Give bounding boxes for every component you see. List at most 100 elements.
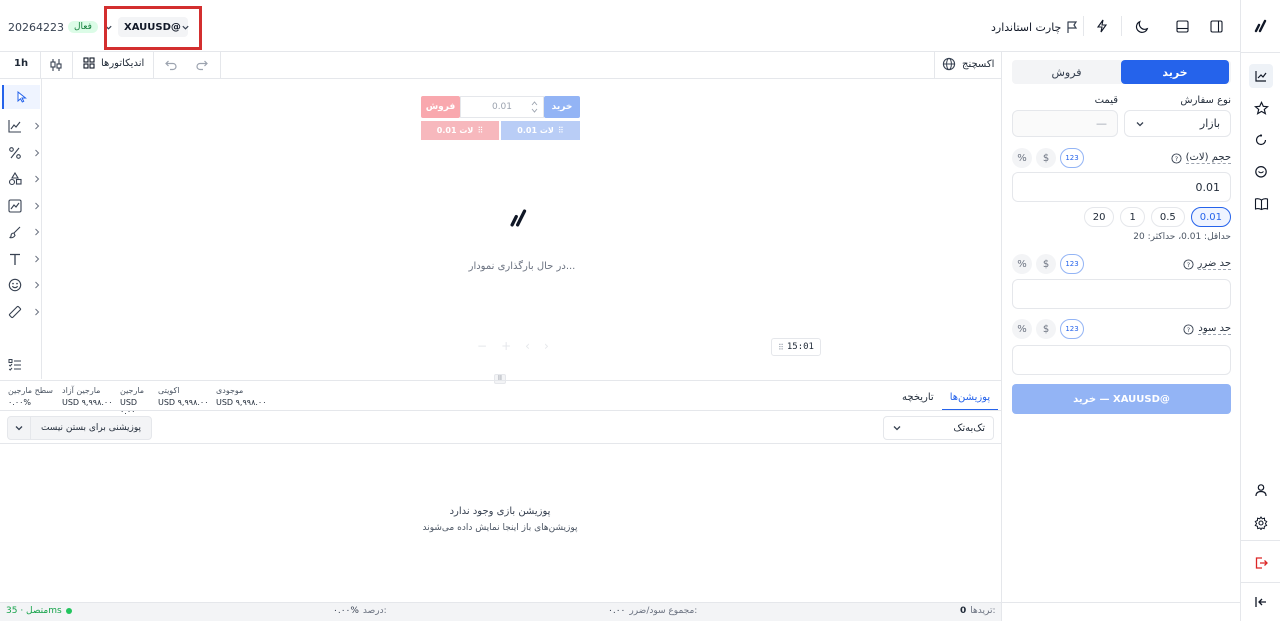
trend-line-tool[interactable] [6,116,40,136]
positions-tab[interactable]: پوزیشن‌ها [941,382,999,411]
order-panel: فروش خرید نوع سفارش قیمت بازار — % $ 123… [1001,52,1240,602]
chart-nav-icon[interactable] [1249,64,1273,88]
quick-lot-1[interactable]: 1 [1120,207,1145,227]
quick-lot-0-5[interactable]: 0.5 [1150,207,1185,227]
zoom-in-icon[interactable]: + [501,339,511,353]
compare-symbols-icon[interactable] [49,58,63,72]
chevron-down-icon [181,23,190,32]
chevron-right-icon [34,175,40,183]
chart-toolbar: 1h اندیکاتورها اکسچنج [0,52,1001,79]
sl-dollar-chip[interactable]: $ [1036,254,1056,274]
flag-icon [1065,20,1079,34]
separator [1121,16,1122,36]
trend-line-icon [8,119,22,133]
measure-tool[interactable] [6,302,40,322]
logout-icon[interactable] [1249,551,1273,575]
zoom-out-icon[interactable]: − [477,339,487,353]
exchange-button[interactable]: اکسچنج [942,57,994,71]
moon-icon[interactable] [1135,19,1150,34]
take-profit-label: حد سود [1198,323,1231,335]
tp-percent-chip[interactable]: % [1012,319,1032,339]
help-icon[interactable]: ? [1171,152,1182,164]
shapes-icon [8,172,22,186]
drawing-toolbar [0,79,42,379]
svg-text:?: ? [1187,325,1190,333]
timeframe-button[interactable]: 1h [14,58,28,69]
buy-tab[interactable]: خرید [1121,60,1229,84]
take-profit-input[interactable] [1012,345,1231,375]
quick-lot-20[interactable]: 20 [1083,207,1115,227]
stat-label: مارجین آزاد [62,386,101,395]
collapse-arrow-icon[interactable] [1249,590,1273,614]
sl-points-chip[interactable]: 123 [1060,254,1084,274]
stop-loss-input[interactable] [1012,279,1231,309]
side-panel-toggle-icon[interactable] [1210,20,1223,33]
undo-icon[interactable] [164,58,178,72]
lightning-icon[interactable] [1095,19,1109,33]
svg-text:?: ? [1174,154,1177,162]
sl-percent-chip[interactable]: % [1012,254,1032,274]
stat-value: USD ۹,۹۹۸.۰۰ [158,398,209,407]
stepper-arrows-icon[interactable] [531,100,538,114]
help-icon[interactable]: ? [1183,323,1194,335]
cursor-tool[interactable] [2,85,40,109]
brush-tool[interactable] [6,222,40,242]
fibonacci-tool[interactable] [6,143,40,163]
sell-lot-line[interactable]: لات 0.01 ⠿ [421,121,499,140]
buy-lot-line[interactable]: لات 0.01 ⠿ [501,121,580,140]
object-tree-tool[interactable] [6,355,40,375]
stat-label: مارجین [120,386,145,395]
bottom-panel-toggle-icon[interactable] [1176,20,1189,33]
connection-status: متصل · 35ms [6,606,62,616]
chart-canvas[interactable]: خرید 0.01 فروش لات 0.01 ⠿ لات 0.01 ⠿ در … [42,79,1001,379]
close-positions-label: پوزیشنی برای بستن نیست [40,423,142,433]
gear-icon[interactable] [1249,511,1273,535]
emoji-tool[interactable] [6,275,40,295]
ruler-icon [8,305,22,319]
chat-icon[interactable] [1249,160,1273,184]
book-icon[interactable] [1249,192,1273,216]
stat-label: سطح مارجین [8,386,54,395]
star-icon[interactable] [1249,96,1273,120]
tp-dollar-chip[interactable]: $ [1036,319,1056,339]
chevron-down-icon [8,417,31,439]
close-positions-button[interactable]: پوزیشنی برای بستن نیست [7,416,152,440]
help-icon[interactable]: ? [1183,258,1194,270]
shapes-tool[interactable] [6,169,40,189]
stat-margin: مارجین USD ۰.۰۰ [120,386,152,416]
order-type-select[interactable]: بازار [1124,110,1231,137]
chart-nav-controls[interactable]: − + ‹ › [477,339,549,353]
dollar-mode-chip[interactable]: $ [1036,148,1056,168]
sell-tab[interactable]: فروش [1012,60,1121,84]
symbol-selector[interactable]: XAUUSD@ [118,17,190,37]
scroll-left-icon[interactable]: ‹ [525,339,530,353]
history-tab[interactable]: تاریخچه [894,382,942,410]
lot-mode-chip[interactable]: 123 [1060,148,1084,168]
drag-dots-icon: ⠿ [477,126,484,135]
percent-mode-chip[interactable]: % [1012,148,1032,168]
pattern-tool[interactable] [6,196,40,216]
position-filter-select[interactable]: تک‌به‌تک [883,416,994,440]
positions-panel: تاریخچه پوزیشن‌ها سطح مارجین ۰.۰۰% مارجی… [0,380,1001,602]
chevron-right-icon [34,202,40,210]
submit-order-button[interactable]: خرید — XAUUSD@ [1012,384,1231,414]
chart-lot-input[interactable]: 0.01 [460,96,544,118]
scroll-right-icon[interactable]: › [544,339,549,353]
quick-lot-0-01[interactable]: 0.01 [1190,207,1231,227]
text-tool[interactable] [6,249,40,269]
user-icon[interactable] [1249,478,1273,502]
pattern-chart-icon [8,199,22,213]
loading-logo-icon [508,207,530,229]
volume-input[interactable]: 0.01 [1012,172,1231,202]
refresh-icon[interactable] [1249,128,1273,152]
smiley-icon [8,278,22,292]
price-input[interactable]: — [1012,110,1118,137]
tp-points-chip[interactable]: 123 [1060,319,1084,339]
stat-value: USD ۹,۹۹۸.۰۰ [62,398,113,407]
redo-icon[interactable] [195,58,209,72]
indicators-button[interactable]: اندیکاتورها [83,57,144,69]
time-label-badge: ⠿ 15:01 [771,338,821,356]
chart-type-button[interactable]: چارت استاندارد [985,18,1079,36]
chart-buy-button[interactable]: خرید [544,96,580,118]
chart-sell-button[interactable]: فروش [421,96,460,118]
